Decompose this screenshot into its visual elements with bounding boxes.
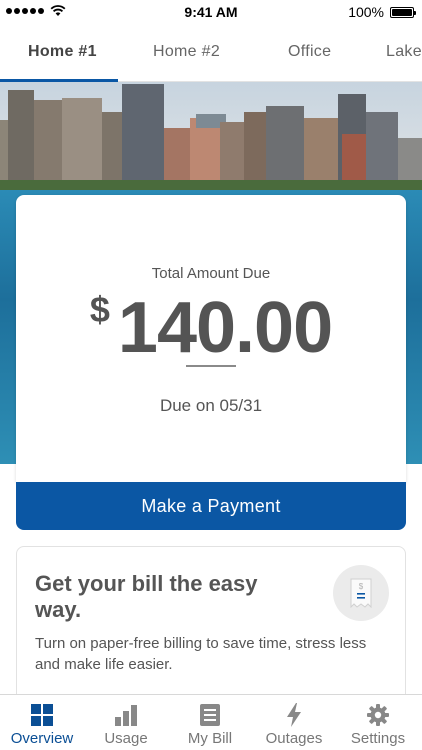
- bar-chart-icon: [114, 703, 138, 727]
- bottom-navigation: Overview Usage My Bill Outages Settings: [0, 694, 422, 750]
- skyline-buildings: [0, 84, 422, 182]
- amount-divider: [186, 365, 236, 367]
- nav-label: My Bill: [187, 730, 233, 747]
- nav-usage[interactable]: Usage: [84, 695, 168, 750]
- tab-office[interactable]: Office: [288, 43, 331, 61]
- tab-home-1[interactable]: Home #1: [28, 43, 97, 61]
- nav-label: Outages: [265, 730, 323, 747]
- promo-title: Get your bill the easy way.: [35, 571, 258, 622]
- nav-my-bill[interactable]: My Bill: [168, 695, 252, 750]
- gear-icon: [366, 703, 390, 727]
- account-tabs: Home #1 Home #2 Office Lake: [0, 24, 422, 82]
- make-payment-button[interactable]: Make a Payment: [16, 482, 406, 530]
- nav-label: Overview: [10, 730, 74, 747]
- document-icon: [198, 703, 222, 727]
- nav-overview[interactable]: Overview: [0, 695, 84, 750]
- grid-icon: [30, 703, 54, 727]
- battery-percent: 100%: [348, 4, 384, 20]
- status-bar: 9:41 AM 100%: [0, 0, 422, 24]
- amount-value: 140.00: [117, 288, 333, 368]
- promo-body: Turn on paper-free billing to save time,…: [35, 635, 367, 673]
- amount-due-label: Total Amount Due: [151, 265, 271, 282]
- nav-outages[interactable]: Outages: [252, 695, 336, 750]
- tab-lake[interactable]: Lake: [386, 43, 422, 61]
- svg-text:$: $: [359, 582, 364, 591]
- nav-label: Usage: [104, 730, 148, 747]
- amount-due-value: $140.00: [16, 287, 406, 369]
- lightning-icon: [282, 703, 306, 727]
- currency-symbol: $: [89, 289, 110, 330]
- paperless-billing-card[interactable]: Get your bill the easy way. Turn on pape…: [16, 546, 406, 706]
- tab-home-2[interactable]: Home #2: [153, 43, 220, 61]
- battery-icon: [390, 6, 416, 18]
- paperless-bill-icon: $: [333, 565, 389, 621]
- due-date: Due on 05/31: [159, 396, 263, 415]
- amount-due-card: Total Amount Due $140.00 Due on 05/31: [16, 195, 406, 482]
- nav-settings[interactable]: Settings: [336, 695, 420, 750]
- nav-label: Settings: [350, 730, 406, 747]
